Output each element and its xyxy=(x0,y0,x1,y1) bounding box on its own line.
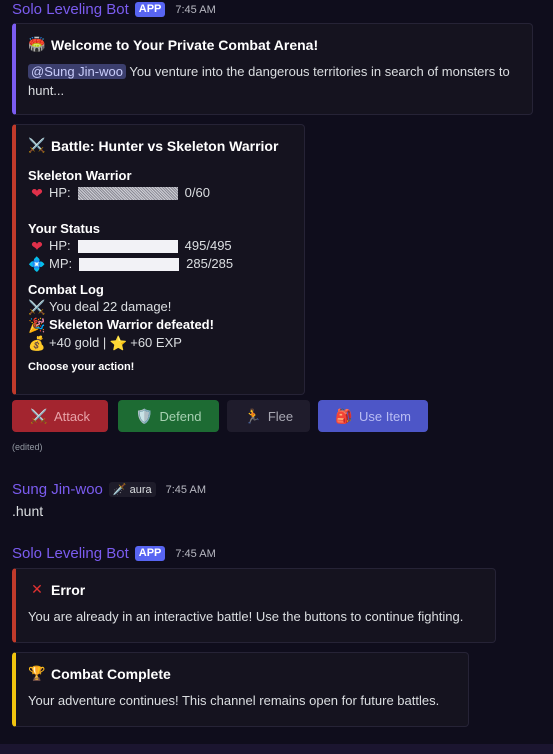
message-header-bot-1: Solo Leveling Bot APP 7:45 AM xyxy=(12,1,216,18)
enemy-hp-label: HP: xyxy=(49,185,71,200)
player-mp-line: 💠 MP: 285/285 xyxy=(28,255,292,273)
crossed-swords-icon: ⚔️ xyxy=(28,299,46,315)
player-mp-bar xyxy=(79,257,180,271)
enemy-hp-line: ❤ HP: 0/60 xyxy=(28,184,292,202)
log-defeated-text: Skeleton Warrior defeated! xyxy=(49,317,214,332)
log-line-rewards: 💰 +40 gold | ⭐ +60 EXP xyxy=(28,334,292,352)
enemy-hp-value: 0/60 xyxy=(184,185,210,200)
cross-mark-icon: ✕ xyxy=(31,581,43,597)
timestamp: 7:45 AM xyxy=(175,3,216,16)
error-title-text: Error xyxy=(51,581,86,598)
running-person-icon: 🏃 xyxy=(244,407,262,424)
dagger-icon: 🗡️ xyxy=(112,484,127,496)
role-badge-label: aura xyxy=(129,483,152,496)
backpack-icon: 🎒 xyxy=(335,407,353,424)
author-name[interactable]: Solo Leveling Bot xyxy=(12,1,129,18)
battle-title-text: Battle: Hunter vs Skeleton Warrior xyxy=(51,137,279,154)
party-popper-icon: 🎉 xyxy=(28,317,46,333)
crossed-swords-icon: ⚔️ xyxy=(30,407,48,424)
role-badge[interactable]: 🗡️ aura xyxy=(108,482,156,497)
status-section: Your Status ❤ HP: 495/495 💠 MP: 285/285 xyxy=(28,220,292,273)
log-line-damage: ⚔️ You deal 22 damage! xyxy=(28,298,292,316)
flee-label: Flee xyxy=(267,408,294,424)
status-heading: Your Status xyxy=(28,221,100,236)
enemy-section: Skeleton Warrior ❤ HP: 0/60 xyxy=(28,167,292,202)
attack-label: Attack xyxy=(53,408,91,424)
heart-icon: ❤ xyxy=(31,238,43,254)
battle-title: ⚔️ Battle: Hunter vs Skeleton Warrior xyxy=(28,137,292,154)
timestamp: 7:45 AM xyxy=(175,547,216,560)
user-message-text: .hunt xyxy=(12,503,44,519)
money-bag-icon: 💰 xyxy=(28,335,46,351)
shield-icon: 🛡️ xyxy=(135,407,154,424)
welcome-title-text: Welcome to Your Private Combat Arena! xyxy=(51,36,319,53)
welcome-description: @Sung Jin-woo You venture into the dange… xyxy=(28,62,520,100)
error-embed: ✕ Error You are already in an interactiv… xyxy=(12,568,496,643)
player-mp-label: MP: xyxy=(49,256,73,271)
author-name[interactable]: Solo Leveling Bot xyxy=(12,545,129,562)
player-hp-label: HP: xyxy=(49,238,71,253)
flee-button[interactable]: 🏃 Flee xyxy=(227,400,310,432)
error-description: You are already in an interactive battle… xyxy=(28,609,464,624)
combat-log-heading: Combat Log xyxy=(28,282,104,297)
timestamp: 7:45 AM xyxy=(165,483,206,496)
user-mention[interactable]: @Sung Jin-woo xyxy=(28,64,126,79)
complete-description: Your adventure continues! This channel r… xyxy=(28,693,440,708)
diamond-icon: 💠 xyxy=(28,256,46,272)
welcome-title: 🏟️ Welcome to Your Private Combat Arena! xyxy=(28,36,520,53)
log-damage-text: You deal 22 damage! xyxy=(49,299,172,314)
battle-prompt: Choose your action! xyxy=(28,361,135,373)
log-exp-text: +60 EXP xyxy=(130,335,182,350)
message-header-bot-2: Solo Leveling Bot APP 7:45 AM xyxy=(12,545,216,562)
use-item-button[interactable]: 🎒 Use Item xyxy=(318,400,428,432)
stadium-icon: 🏟️ xyxy=(28,36,46,52)
defend-button[interactable]: 🛡️ Defend xyxy=(118,400,219,432)
edited-marker: (edited) xyxy=(12,442,43,452)
error-title: ✕ Error xyxy=(28,581,483,598)
welcome-embed: 🏟️ Welcome to Your Private Combat Arena!… xyxy=(12,23,533,115)
author-name[interactable]: Sung Jin-woo xyxy=(12,481,103,498)
crossed-swords-icon: ⚔️ xyxy=(28,137,46,153)
trophy-icon: 🏆 xyxy=(28,665,46,681)
app-badge: APP xyxy=(134,2,166,17)
star-icon: ⭐ xyxy=(109,335,127,351)
defend-label: Defend xyxy=(159,408,202,424)
complete-title: 🏆 Combat Complete xyxy=(28,665,456,682)
bottom-edge xyxy=(0,744,553,754)
complete-embed: 🏆 Combat Complete Your adventure continu… xyxy=(12,652,469,727)
player-hp-value: 495/495 xyxy=(184,238,232,253)
enemy-hp-bar xyxy=(77,186,178,200)
use-item-label: Use Item xyxy=(358,408,411,424)
combat-log-section: Combat Log ⚔️ You deal 22 damage! 🎉 Skel… xyxy=(28,281,292,352)
player-hp-line: ❤ HP: 495/495 xyxy=(28,237,292,255)
message-header-user: Sung Jin-woo 🗡️ aura 7:45 AM xyxy=(12,481,206,498)
player-mp-value: 285/285 xyxy=(186,256,234,271)
log-line-defeated: 🎉 Skeleton Warrior defeated! xyxy=(28,316,292,334)
log-gold-text: +40 gold | xyxy=(49,335,107,350)
attack-button[interactable]: ⚔️ Attack xyxy=(12,400,108,432)
app-badge: APP xyxy=(134,546,166,561)
enemy-name: Skeleton Warrior xyxy=(28,168,132,183)
complete-title-text: Combat Complete xyxy=(51,665,171,682)
player-hp-bar xyxy=(77,239,178,253)
battle-embed: ⚔️ Battle: Hunter vs Skeleton Warrior Sk… xyxy=(12,124,305,395)
heart-icon: ❤ xyxy=(31,185,43,201)
